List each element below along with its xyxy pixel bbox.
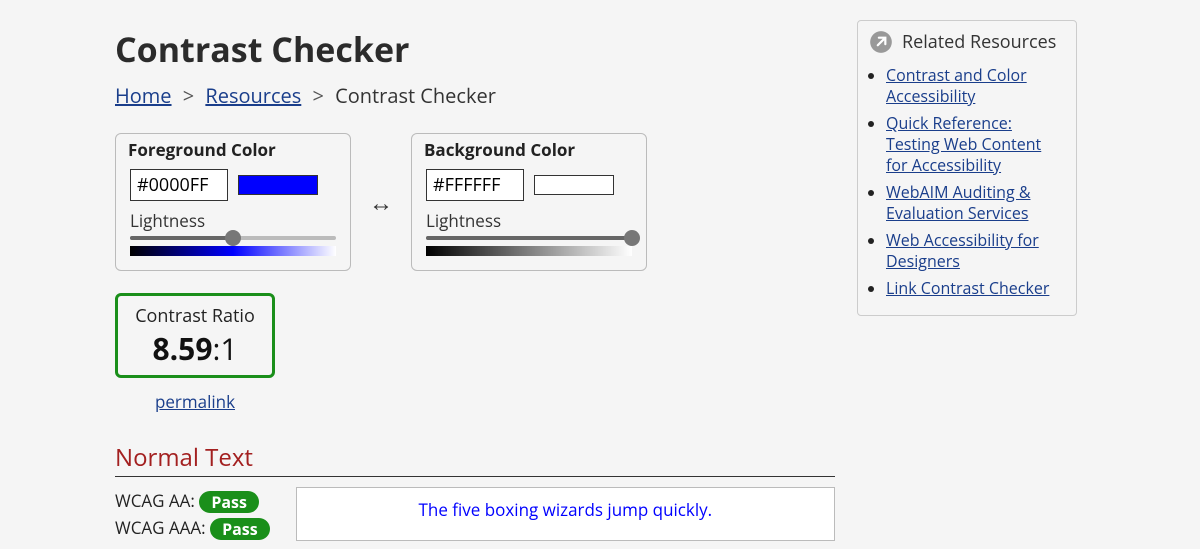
breadcrumb-sep: > <box>183 82 194 109</box>
background-swatch[interactable] <box>534 175 614 195</box>
contrast-ratio-value: 8.59:1 <box>130 328 260 369</box>
background-panel: Background Color Lightness <box>411 133 647 271</box>
list-item: Quick Reference: Testing Web Content for… <box>886 113 1066 176</box>
background-hue-gradient[interactable] <box>426 246 632 256</box>
link-icon <box>868 29 894 55</box>
related-title: Related Resources <box>902 30 1056 54</box>
wcag-aaa-badge: Pass <box>210 518 270 540</box>
list-item: Web Accessibility for Designers <box>886 230 1066 272</box>
contrast-ratio-box: Contrast Ratio 8.59:1 <box>115 293 275 378</box>
related-link[interactable]: Quick Reference: Testing Web Content for… <box>886 112 1041 176</box>
contrast-ratio-label: Contrast Ratio <box>130 304 260 328</box>
breadcrumb: Home > Resources > Contrast Checker <box>115 82 835 109</box>
foreground-title: Foreground Color <box>128 138 336 161</box>
normal-text-heading: Normal Text <box>115 441 835 477</box>
background-lightness-label: Lightness <box>426 209 632 232</box>
background-hex-input[interactable] <box>426 169 524 201</box>
foreground-panel: Foreground Color Lightness <box>115 133 351 271</box>
normal-text-sample[interactable]: The five boxing wizards jump quickly. <box>296 487 835 541</box>
breadcrumb-sep: > <box>313 82 324 109</box>
swap-colors-button[interactable]: ↔ <box>369 186 393 219</box>
breadcrumb-current: Contrast Checker <box>335 82 496 109</box>
breadcrumb-resources[interactable]: Resources <box>205 82 301 109</box>
wcag-aa-label: WCAG AA: <box>115 489 195 512</box>
related-link[interactable]: Contrast and Color Accessibility <box>886 64 1027 107</box>
wcag-aa-badge: Pass <box>199 491 259 513</box>
foreground-lightness-slider[interactable] <box>130 236 336 240</box>
background-title: Background Color <box>424 138 632 161</box>
wcag-aaa-label: WCAG AAA: <box>115 516 206 539</box>
foreground-hue-gradient[interactable] <box>130 246 336 256</box>
background-lightness-slider[interactable] <box>426 236 632 240</box>
foreground-lightness-label: Lightness <box>130 209 336 232</box>
list-item: Contrast and Color Accessibility <box>886 65 1066 107</box>
foreground-hex-input[interactable] <box>130 169 228 201</box>
foreground-swatch[interactable] <box>238 175 318 195</box>
related-link[interactable]: Link Contrast Checker <box>886 277 1049 299</box>
list-item: Link Contrast Checker <box>886 278 1066 299</box>
permalink-link[interactable]: permalink <box>155 390 235 413</box>
page-title: Contrast Checker <box>115 26 835 72</box>
related-link[interactable]: WebAIM Auditing & Evaluation Services <box>886 181 1031 224</box>
related-link[interactable]: Web Accessibility for Designers <box>886 229 1039 272</box>
list-item: WebAIM Auditing & Evaluation Services <box>886 182 1066 224</box>
related-resources-panel: Related Resources Contrast and Color Acc… <box>857 20 1077 316</box>
breadcrumb-home[interactable]: Home <box>115 82 172 109</box>
